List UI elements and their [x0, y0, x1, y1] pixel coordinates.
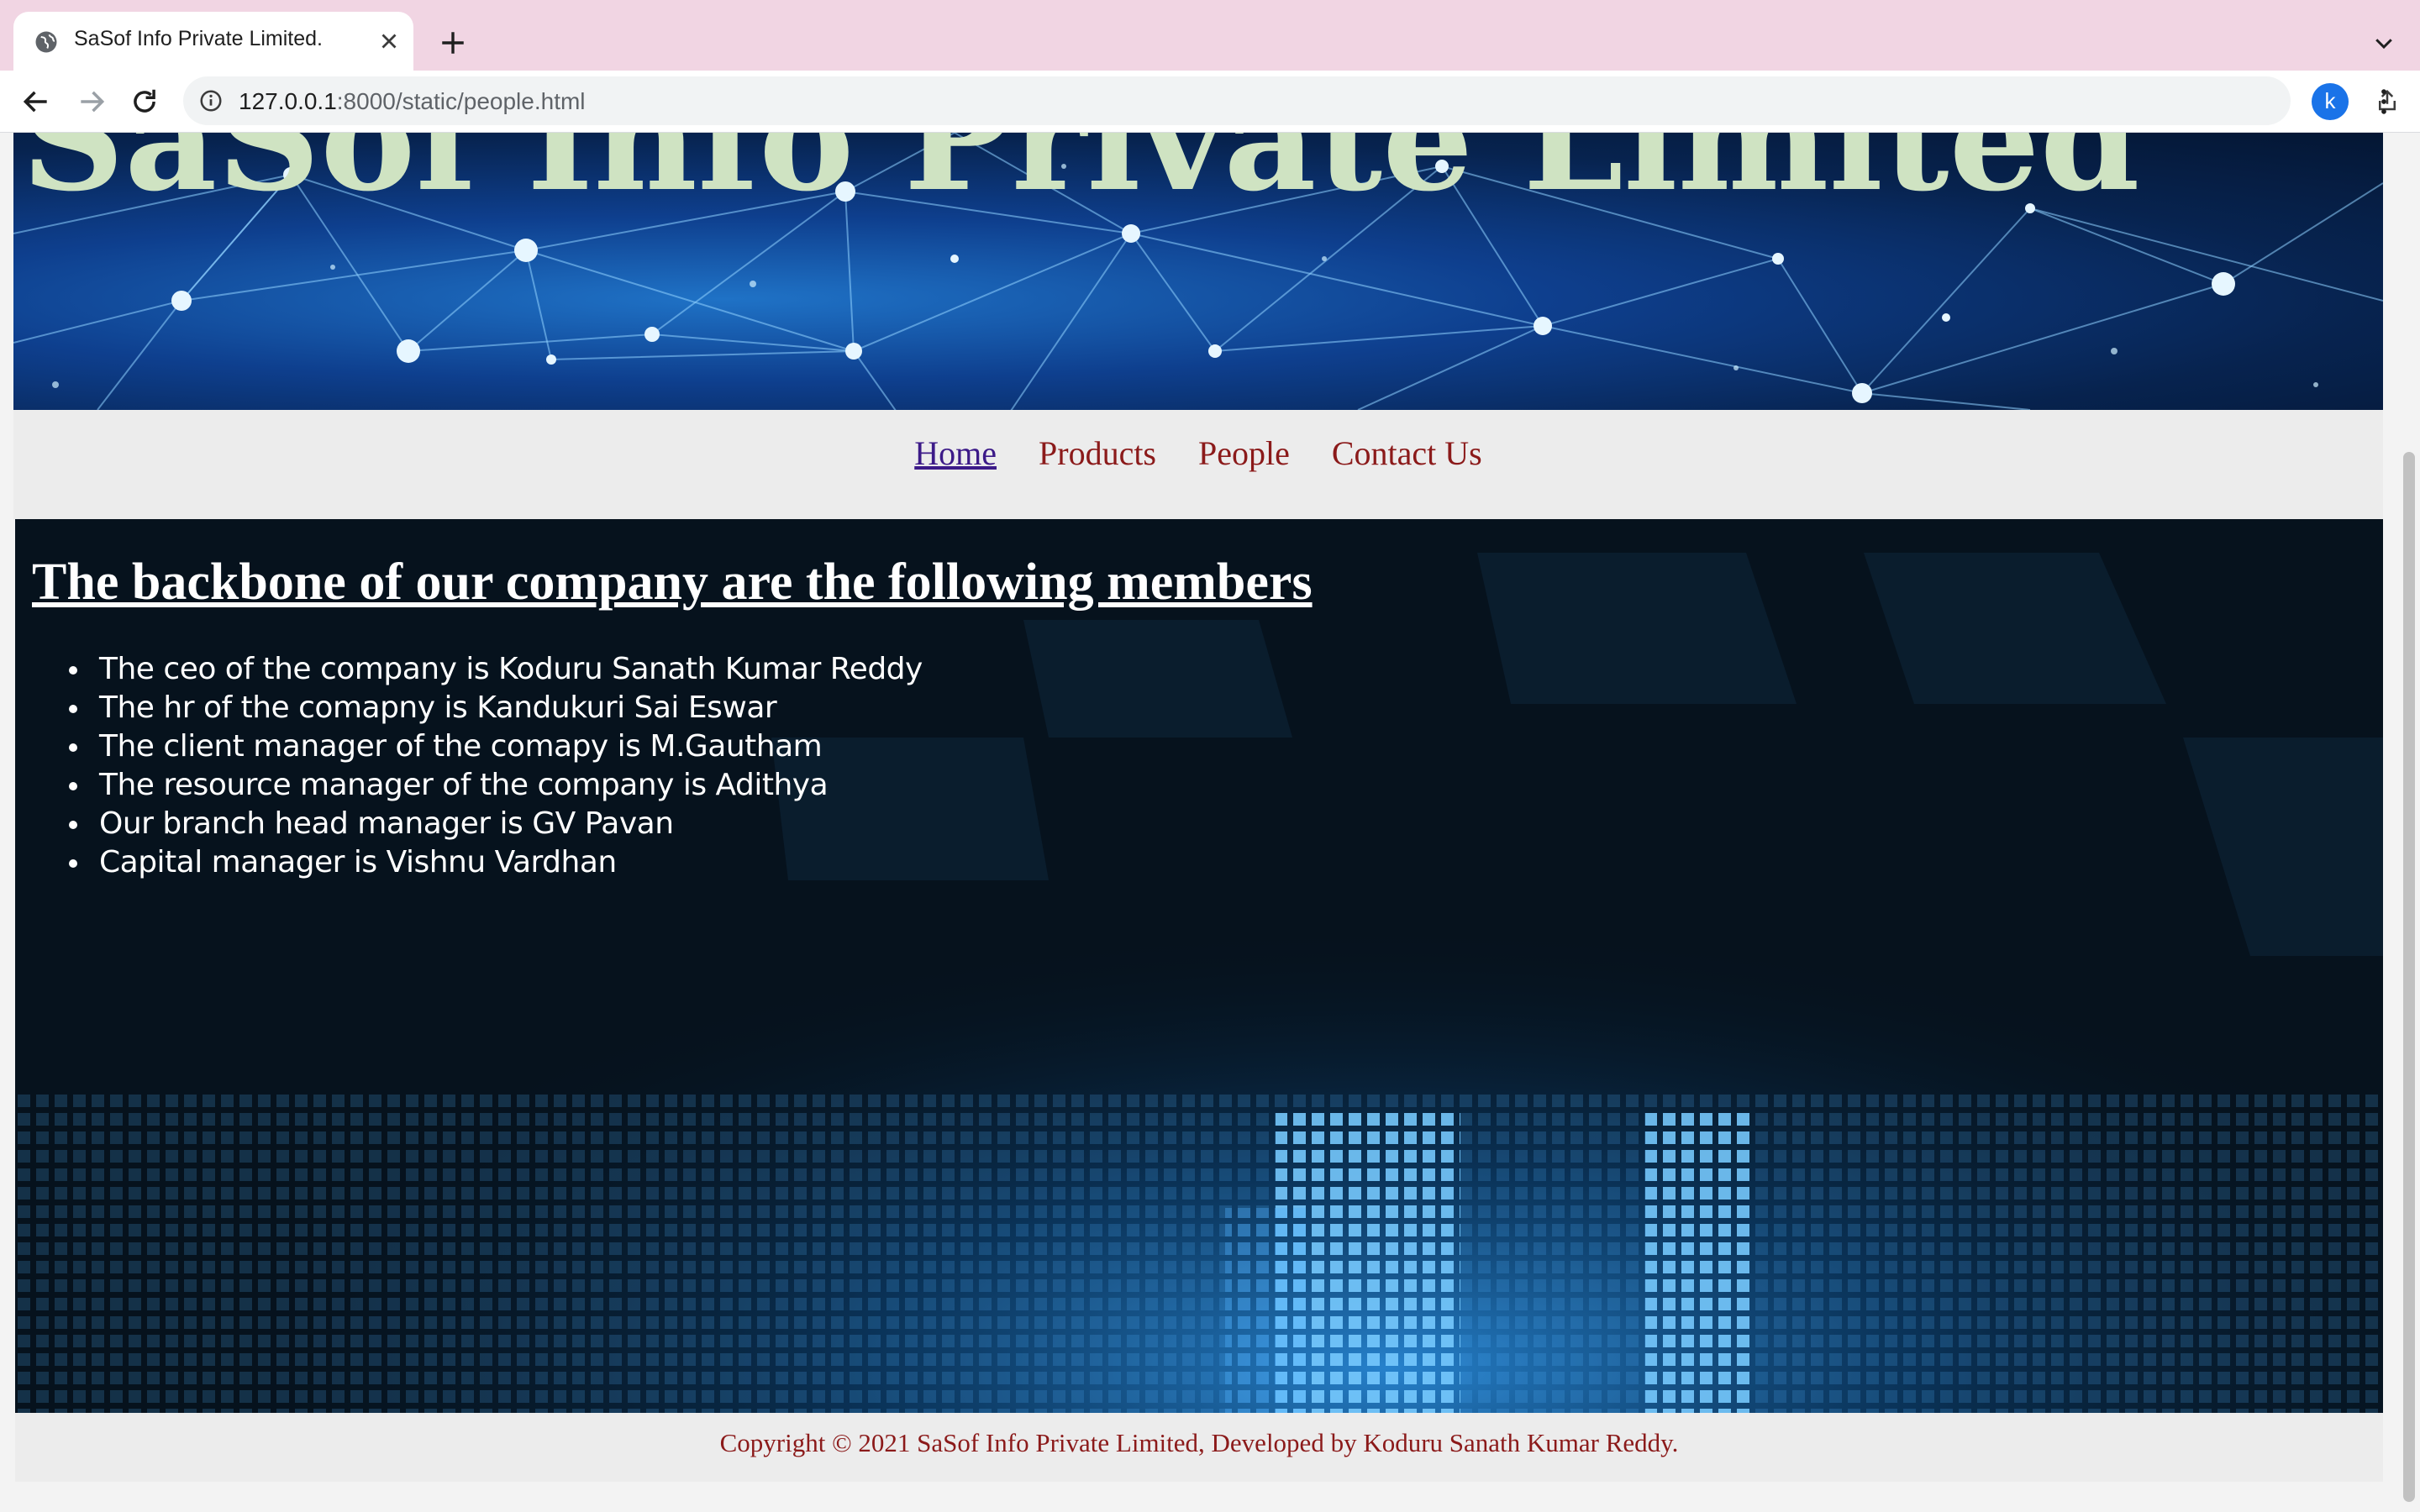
profile-avatar[interactable]: k — [2312, 83, 2349, 120]
url-host: 127.0.0.1 — [239, 88, 337, 114]
nav-link-people[interactable]: People — [1198, 434, 1290, 472]
page-viewport: SaSof Info Private Limited Home Products… — [0, 133, 2420, 1512]
scrollbar-thumb[interactable] — [2403, 452, 2415, 1502]
new-tab-icon[interactable] — [439, 29, 467, 57]
browser-toolbar: 127.0.0.1:8000/static/people.html k — [0, 71, 2420, 133]
banner-title: SaSof Info Private Limited — [21, 133, 2140, 223]
page-footer: Copyright © 2021 SaSof Info Private Limi… — [15, 1413, 2383, 1482]
copyright-text: Copyright © 2021 SaSof Info Private Limi… — [719, 1428, 1679, 1457]
nav-list: Home Products People Contact Us — [13, 410, 2383, 473]
page-heading: The backbone of our company are the foll… — [32, 554, 1313, 611]
people-section: The backbone of our company are the foll… — [15, 519, 2383, 1413]
more-vert-icon[interactable] — [2371, 86, 2396, 118]
nav-item-products: Products — [1039, 433, 1156, 473]
close-icon[interactable] — [376, 29, 402, 54]
list-item: The hr of the comapny is Kandukuri Sai E… — [69, 689, 923, 727]
member-list: The ceo of the company is Koduru Sanath … — [69, 650, 923, 882]
main-nav: Home Products People Contact Us — [13, 410, 2383, 519]
nav-link-products[interactable]: Products — [1039, 434, 1156, 472]
list-item: Capital manager is Vishnu Vardhan — [69, 843, 923, 882]
list-item: The resource manager of the company is A… — [69, 766, 923, 805]
chevron-down-icon[interactable] — [2371, 30, 2396, 55]
info-icon[interactable] — [198, 88, 224, 113]
forward-arrow-icon[interactable] — [76, 86, 108, 118]
nav-link-contact[interactable]: Contact Us — [1332, 434, 1482, 472]
list-item: The ceo of the company is Koduru Sanath … — [69, 650, 923, 689]
page-scrollbar[interactable] — [2396, 133, 2420, 1512]
browser-tab[interactable]: SaSof Info Private Limited. — [13, 12, 413, 71]
tab-title: SaSof Info Private Limited. — [74, 27, 323, 50]
nav-item-people: People — [1198, 433, 1290, 473]
globe-icon — [35, 31, 57, 53]
list-item: Our branch head manager is GV Pavan — [69, 805, 923, 843]
browser-tabstrip: SaSof Info Private Limited. — [0, 0, 2420, 71]
header-banner: SaSof Info Private Limited — [13, 133, 2383, 410]
nav-link-home[interactable]: Home — [914, 434, 997, 472]
nav-item-home: Home — [914, 433, 997, 473]
nav-item-contact: Contact Us — [1332, 433, 1482, 473]
url-path: :8000/static/people.html — [336, 88, 586, 114]
back-arrow-icon[interactable] — [20, 86, 52, 118]
address-bar[interactable]: 127.0.0.1:8000/static/people.html — [183, 76, 2396, 125]
reload-icon[interactable] — [129, 86, 160, 118]
list-item: The client manager of the comapy is M.Ga… — [69, 727, 923, 766]
url-text[interactable]: 127.0.0.1:8000/static/people.html — [239, 88, 586, 115]
